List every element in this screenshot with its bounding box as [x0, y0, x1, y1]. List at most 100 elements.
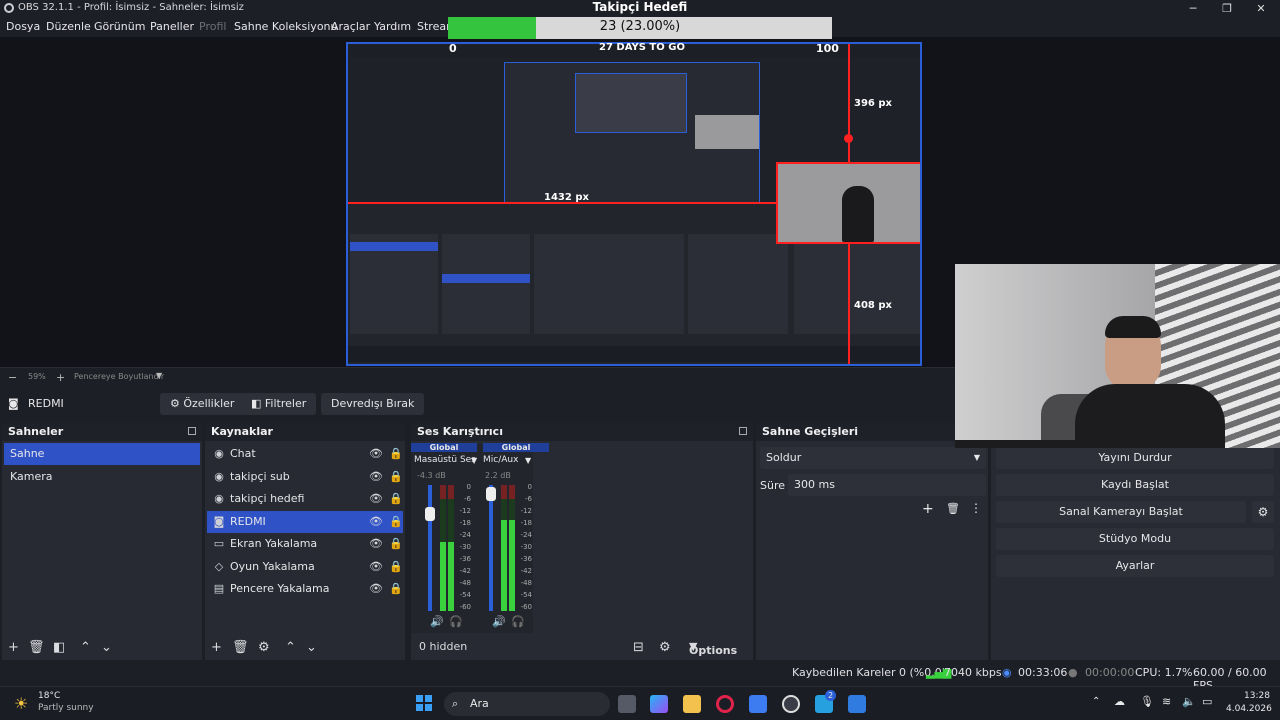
speaker-icon[interactable]: 🔊 — [492, 615, 506, 628]
chevron-up-icon[interactable]: ⌃ — [285, 640, 296, 655]
zoom-out-button[interactable]: − — [8, 371, 17, 384]
chevron-down-icon[interactable]: ⌄ — [101, 640, 112, 655]
camera-app-icon[interactable] — [848, 695, 866, 713]
filters-button[interactable]: ◧ Filtreler — [241, 393, 317, 415]
obs-taskbar-icon[interactable] — [782, 695, 800, 713]
windows-start-icon[interactable] — [416, 695, 432, 711]
source-item[interactable]: ◉ takipçi sub 👁 🔒 — [207, 466, 403, 488]
clock-date[interactable]: 4.04.2026 — [1226, 704, 1272, 714]
scene-item-sahne[interactable]: Sahne — [4, 443, 200, 465]
source-item-selected[interactable]: ◙ REDMI 👁 🔒 — [207, 511, 403, 533]
volume-slider-handle[interactable] — [425, 507, 435, 521]
zoom-in-button[interactable]: + — [56, 371, 65, 384]
copilot-icon[interactable] — [650, 695, 668, 713]
volume-slider-track[interactable] — [428, 485, 432, 611]
advanced-audio-icon[interactable]: ⚙ — [659, 640, 671, 655]
lock-icon[interactable]: 🔒 — [389, 556, 403, 578]
task-view-icon[interactable] — [618, 695, 636, 713]
source-item[interactable]: ◇ Oyun Yakalama 👁 🔒 — [207, 556, 403, 578]
eye-icon[interactable]: 👁 — [369, 556, 383, 578]
speaker-icon[interactable]: 🔊 — [430, 615, 444, 628]
menu-duzenle[interactable]: Düzenle — [46, 20, 91, 33]
clock-time[interactable]: 13:28 — [1244, 691, 1270, 701]
source-item[interactable]: ◉ Chat 👁 🔒 — [207, 443, 403, 465]
trash-icon[interactable]: 🗑 — [946, 502, 960, 515]
menu-yardim[interactable]: Yardım — [374, 20, 411, 33]
chevron-down-icon[interactable]: ▼ — [525, 456, 531, 465]
chevron-down-icon[interactable]: ▼ — [156, 371, 162, 380]
headphone-icon[interactable]: 🎧 — [511, 615, 525, 628]
menu-paneller[interactable]: Paneller — [150, 20, 194, 33]
duration-value: 300 ms — [794, 478, 835, 491]
lock-icon[interactable]: 🔒 — [389, 511, 403, 533]
lock-icon[interactable]: 🔒 — [389, 488, 403, 510]
trash-icon[interactable]: 🗑 — [28, 640, 45, 655]
studio-mode-button[interactable]: Stüdyo Modu — [996, 528, 1274, 550]
filter-icon[interactable]: ◧ — [53, 640, 65, 655]
menu-sahne-koleksiyonu[interactable]: Sahne Koleksiyonu — [234, 20, 338, 33]
duration-input[interactable]: 300 ms — [788, 474, 986, 496]
menu-araclar[interactable]: Araçlar — [331, 20, 370, 33]
eye-icon[interactable]: 👁 — [369, 466, 383, 488]
more-icon[interactable]: ⋮ — [970, 501, 982, 515]
volume-slider-track[interactable] — [489, 485, 493, 611]
menu-profil[interactable]: Profil — [199, 20, 226, 33]
taskbar-search[interactable]: ⌕ Ara — [444, 692, 610, 716]
store-icon[interactable] — [749, 695, 767, 713]
close-button[interactable]: ✕ — [1244, 0, 1278, 17]
add-icon[interactable]: + — [211, 640, 222, 655]
volume-slider-handle[interactable] — [486, 487, 496, 501]
lock-icon[interactable]: 🔒 — [389, 443, 403, 465]
properties-button[interactable]: ⚙ Özellikler — [160, 393, 245, 415]
source-item[interactable]: ◉ takipçi hedefi 👁 🔒 — [207, 488, 403, 510]
lock-icon[interactable]: 🔒 — [389, 533, 403, 555]
deactivate-button[interactable]: Devredışı Bırak — [321, 393, 425, 415]
menu-dosya[interactable]: Dosya — [6, 20, 40, 33]
selected-source-camera[interactable] — [776, 162, 920, 244]
chevron-up-icon[interactable]: ⌃ — [80, 640, 91, 655]
transition-select[interactable]: Soldur ▼ — [760, 447, 986, 469]
opera-icon[interactable] — [716, 695, 734, 713]
maximize-button[interactable]: ❐ — [1210, 0, 1244, 17]
popout-icon[interactable] — [188, 427, 196, 435]
headphone-icon[interactable]: 🎧 — [449, 615, 463, 628]
preview-canvas[interactable]: 396 px 1432 px 408 px — [346, 42, 922, 366]
eye-icon[interactable]: 👁 — [369, 443, 383, 465]
start-record-button[interactable]: Kaydı Başlat — [996, 474, 1274, 496]
source-item[interactable]: ▤ Pencere Yakalama 👁 🔒 — [207, 578, 403, 600]
virtual-camera-button[interactable]: Sanal Kamerayı Başlat — [996, 501, 1246, 523]
scene-item-kamera[interactable]: Kamera — [4, 466, 200, 488]
trash-icon[interactable]: 🗑 — [232, 640, 249, 655]
source-item[interactable]: ▭ Ekran Yakalama 👁 🔒 — [207, 533, 403, 555]
guide-handle[interactable] — [844, 134, 853, 143]
layout-icon[interactable]: ⊟ — [633, 640, 644, 655]
add-icon[interactable]: + — [8, 640, 19, 655]
microphone-icon[interactable]: 🎙 — [1140, 695, 1154, 708]
add-icon[interactable]: + — [922, 501, 934, 517]
battery-icon[interactable]: ▭ — [1202, 695, 1212, 708]
chevron-down-icon[interactable]: ⌄ — [306, 640, 317, 655]
onedrive-icon[interactable]: ☁ — [1114, 695, 1125, 708]
zoom-mode[interactable]: Pencereye Boyutlandır — [74, 372, 164, 381]
minimize-button[interactable]: ─ — [1176, 0, 1210, 17]
eye-icon[interactable]: 👁 — [369, 533, 383, 555]
gear-icon[interactable]: ⚙ — [1252, 501, 1274, 523]
stop-stream-button[interactable]: Yayını Durdur — [996, 447, 1274, 469]
volume-icon[interactable]: 🔈 — [1182, 695, 1196, 708]
gear-icon[interactable]: ⚙ — [258, 640, 270, 655]
chevron-down-icon[interactable]: ▼ — [471, 456, 477, 465]
weather-desc[interactable]: Partly sunny — [38, 703, 94, 713]
wifi-icon[interactable]: ≋ — [1162, 695, 1171, 708]
eye-icon[interactable]: 👁 — [369, 488, 383, 510]
options-button[interactable]: Options ▼ — [689, 640, 737, 657]
menu-gorunum[interactable]: Görünüm — [94, 20, 145, 33]
eye-icon[interactable]: 👁 — [369, 511, 383, 533]
eye-icon[interactable]: 👁 — [369, 578, 383, 600]
file-explorer-icon[interactable] — [683, 695, 701, 713]
lock-icon[interactable]: 🔒 — [389, 578, 403, 600]
settings-button[interactable]: Ayarlar — [996, 555, 1274, 577]
chevron-up-icon[interactable]: ⌃ — [1092, 696, 1100, 707]
popout-icon[interactable] — [739, 427, 747, 435]
weather-temp[interactable]: 18°C — [38, 691, 60, 701]
lock-icon[interactable]: 🔒 — [389, 466, 403, 488]
